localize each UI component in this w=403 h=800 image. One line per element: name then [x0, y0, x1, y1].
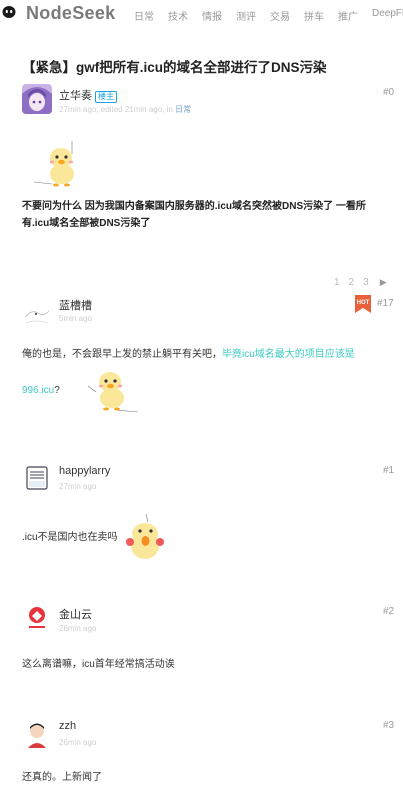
floor-number[interactable]: #1	[383, 465, 394, 476]
nav-item-daily[interactable]: 日常	[134, 8, 154, 23]
page-2[interactable]: 2	[349, 277, 355, 288]
post-link-text[interactable]: 毕竟icu域名最大的项目应该是	[222, 349, 355, 360]
page-3[interactable]: 3	[363, 277, 369, 288]
author-name[interactable]: zzh	[59, 720, 76, 732]
main-nav: 日常 技术 情报 测评 交易 拼车 推广 DeepFlood	[134, 8, 403, 23]
hot-badge-icon: HOT	[355, 295, 371, 313]
post-text-tail: ?	[54, 385, 60, 396]
svg-text:HOT: HOT	[357, 300, 370, 306]
post-author-row: 立华奏 楼主	[59, 87, 117, 103]
page-1[interactable]: 1	[334, 277, 340, 288]
post-content: 俺的也是，不会跟早上发的禁止躺平有关吧，毕竟icu域名最大的项目应该是	[22, 346, 392, 363]
post-category[interactable]: 日常	[175, 105, 191, 114]
post-time: 27min ago	[59, 482, 97, 491]
post-content: 这么离谱嘛，icu首年经常搞活动诶	[22, 659, 175, 670]
post-link-996[interactable]: 996.icu	[22, 385, 54, 396]
post-text: 俺的也是，不会跟早上发的禁止躺平有关吧，	[22, 349, 222, 360]
pagination: 1 2 3 ▶	[334, 277, 387, 288]
avatar[interactable]	[22, 84, 52, 114]
avatar[interactable]	[22, 463, 52, 493]
avatar-document-icon	[22, 463, 52, 493]
duck-shocked-sticker-icon	[126, 514, 164, 559]
site-brand[interactable]: NodeSeek	[26, 3, 115, 24]
avatar-person-icon	[22, 718, 52, 748]
floor-number[interactable]: #2	[383, 606, 394, 617]
nav-item-deepflood[interactable]: DeepFlood	[372, 8, 403, 23]
nav-item-promo[interactable]: 推广	[338, 8, 358, 23]
nav-item-review[interactable]: 测评	[236, 8, 256, 23]
post-title: 【紧急】gwf把所有.icu的域名全部进行了DNS污染	[22, 60, 327, 75]
avatar-anime-icon	[22, 84, 52, 114]
duck-sticker-icon	[87, 372, 139, 413]
next-page-icon[interactable]: ▶	[380, 277, 387, 288]
avatar[interactable]	[22, 718, 52, 748]
avatar-sketch-icon	[22, 297, 52, 327]
nav-item-carpool[interactable]: 拼车	[304, 8, 324, 23]
avatar[interactable]	[22, 297, 52, 327]
avatar-kingsoft-cloud-icon	[22, 603, 52, 633]
post-time: 5min ago	[59, 314, 92, 323]
post-content-line2: 996.icu?	[22, 382, 60, 399]
nav-item-trade[interactable]: 交易	[270, 8, 290, 23]
author-name[interactable]: happylarry	[59, 465, 110, 477]
post-content: 还真的。上新闻了	[22, 772, 102, 783]
floor-number[interactable]: #17	[377, 298, 394, 309]
floor-number[interactable]: #0	[383, 87, 394, 98]
nav-item-info[interactable]: 情报	[202, 8, 222, 23]
logo-icon[interactable]	[2, 5, 16, 19]
floor-number[interactable]: #3	[383, 720, 394, 731]
nav-item-tech[interactable]: 技术	[168, 8, 188, 23]
author-name[interactable]: 金山云	[59, 606, 92, 622]
post-time: 26min ago	[59, 738, 97, 747]
op-badge: 楼主	[95, 91, 117, 103]
duck-sticker-icon	[34, 141, 74, 187]
post-content: .icu不是国内也在卖吗	[22, 532, 118, 543]
post-time: 26min ago	[59, 624, 97, 633]
author-name[interactable]: 蓝槽槽	[59, 297, 92, 313]
post-content: 不要问为什么 因为我国内备案国内服务器的.icu域名突然被DNS污染了 一看所有…	[22, 201, 366, 229]
post-meta: 27min ago, edited 21min ago, in 日常	[59, 104, 191, 115]
post-time: 27min ago, edited 21min ago, in	[59, 105, 173, 114]
author-name[interactable]: 立华奏	[59, 90, 92, 102]
avatar[interactable]	[22, 603, 52, 633]
top-bar: NodeSeek 日常 技术 情报 测评 交易 拼车 推广 DeepFlood	[0, 0, 403, 30]
